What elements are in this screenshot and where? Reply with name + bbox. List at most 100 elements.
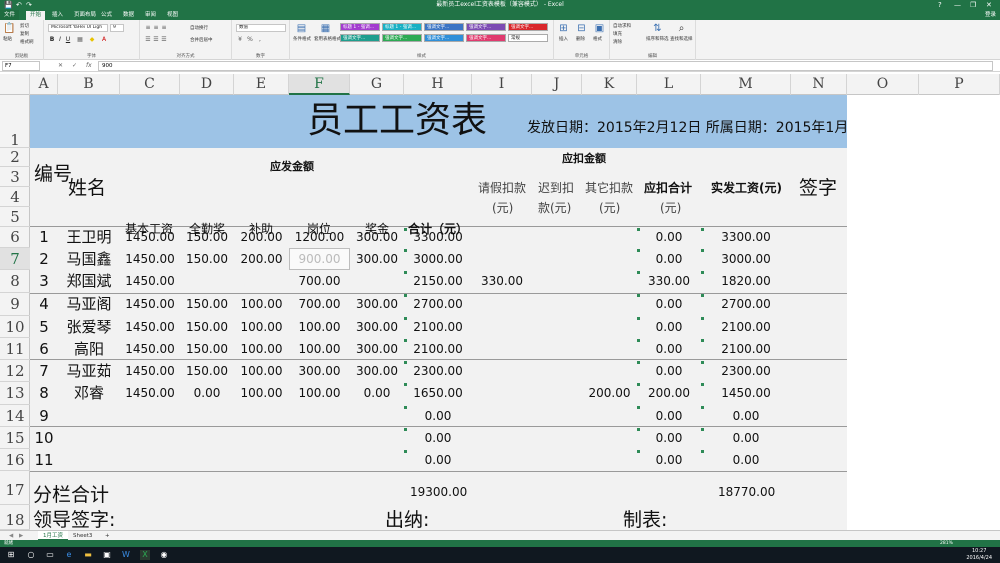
delete-cells-icon[interactable]: ⊟: [576, 23, 587, 34]
cell-net[interactable]: 0.00: [701, 449, 791, 471]
cell-base[interactable]: 1450.00: [120, 227, 180, 248]
cell-sub[interactable]: 200.00: [234, 227, 289, 248]
cell-att[interactable]: 0.00: [180, 382, 234, 405]
conditional-format-icon[interactable]: ▤: [296, 23, 307, 34]
row-header[interactable]: 1: [0, 95, 30, 149]
cell-bonus[interactable]: 300.00: [350, 316, 404, 338]
help-button[interactable]: ?: [938, 0, 942, 10]
cell-sub[interactable]: 100.00: [234, 293, 289, 316]
cell-bonus[interactable]: 0.00: [350, 382, 404, 405]
cell-net[interactable]: 2700.00: [701, 293, 791, 316]
tab-insert[interactable]: 插入: [48, 11, 67, 20]
cell-ded[interactable]: 200.00: [637, 382, 701, 405]
column-header[interactable]: J: [532, 74, 582, 95]
cell-bonus[interactable]: 300.00: [350, 360, 404, 382]
cell-sub[interactable]: 200.00: [234, 248, 289, 270]
cell-post[interactable]: 900.00: [289, 248, 350, 270]
underline-icon[interactable]: U: [64, 36, 72, 43]
cell-total[interactable]: 2100.00: [404, 316, 472, 338]
style-cell-normal[interactable]: 常规: [508, 34, 548, 42]
copy-button[interactable]: 复制: [20, 31, 29, 37]
cell-total[interactable]: 0.00: [404, 449, 472, 471]
cell-no[interactable]: 8: [30, 382, 58, 405]
column-header[interactable]: N: [791, 74, 847, 95]
formula-input[interactable]: 900: [98, 61, 993, 71]
row-header[interactable]: 4: [0, 187, 30, 207]
cell-name[interactable]: 马亚阁: [58, 293, 120, 316]
cell-ded[interactable]: 0.00: [637, 338, 701, 360]
cell-ded[interactable]: 0.00: [637, 449, 701, 471]
cell-no[interactable]: 3: [30, 270, 58, 293]
row-header-selected[interactable]: 7: [0, 248, 30, 270]
row-header[interactable]: 17: [0, 471, 30, 505]
name-box[interactable]: F7: [2, 61, 40, 71]
sort-filter-icon[interactable]: ⇅: [652, 23, 663, 34]
style-cell[interactable]: 强调文字...: [508, 23, 548, 31]
row-header[interactable]: 2: [0, 148, 30, 167]
cell-no[interactable]: 4: [30, 293, 58, 316]
tab-view[interactable]: 视图: [163, 11, 182, 20]
cell-att[interactable]: 150.00: [180, 360, 234, 382]
file-explorer-icon[interactable]: ▬: [83, 550, 93, 560]
format-as-table-icon[interactable]: ▦: [320, 23, 331, 34]
cell-no[interactable]: 2: [30, 248, 58, 270]
align-middle-icon[interactable]: ≡: [152, 24, 160, 31]
row-header[interactable]: 12: [0, 360, 30, 382]
sort-filter-button[interactable]: 排序和筛选: [646, 36, 669, 42]
row-header[interactable]: 5: [0, 207, 30, 227]
cell-total[interactable]: 2100.00: [404, 338, 472, 360]
row-header[interactable]: 9: [0, 293, 30, 316]
cell-net[interactable]: 2100.00: [701, 338, 791, 360]
style-cell[interactable]: 标题 1 - 强调...: [340, 23, 380, 31]
row-header[interactable]: 6: [0, 227, 30, 248]
cell-total[interactable]: 3300.00: [404, 227, 472, 248]
cell-ded[interactable]: 0.00: [637, 360, 701, 382]
search-icon[interactable]: ○: [26, 550, 36, 560]
align-right-icon[interactable]: ☰: [160, 36, 168, 43]
cell-bonus[interactable]: 300.00: [350, 227, 404, 248]
cell-name[interactable]: 王卫明: [58, 227, 120, 248]
cell-total[interactable]: 2700.00: [404, 293, 472, 316]
cell-sub[interactable]: 100.00: [234, 382, 289, 405]
style-cell[interactable]: 标题 1 - 强调...: [382, 23, 422, 31]
cell-post[interactable]: 100.00: [289, 382, 350, 405]
cell-name[interactable]: 郑国斌: [58, 270, 120, 293]
cell-att[interactable]: 150.00: [180, 248, 234, 270]
cell-no[interactable]: 6: [30, 338, 58, 360]
insert-cells-icon[interactable]: ⊞: [558, 23, 569, 34]
currency-icon[interactable]: ¥: [236, 36, 244, 43]
cell-total[interactable]: 0.00: [404, 427, 472, 449]
tab-formulas[interactable]: 公式: [97, 11, 116, 20]
column-header[interactable]: M: [701, 74, 791, 95]
column-header[interactable]: I: [472, 74, 532, 95]
row-header[interactable]: 13: [0, 382, 30, 405]
row-header[interactable]: 15: [0, 427, 30, 449]
column-header[interactable]: C: [120, 74, 180, 95]
cell-name[interactable]: 邓睿: [58, 382, 120, 405]
merge-center-button[interactable]: 合并后居中: [190, 37, 213, 43]
cell-total[interactable]: 3000.00: [404, 248, 472, 270]
row-header[interactable]: 3: [0, 167, 30, 187]
cell-base[interactable]: 1450.00: [120, 270, 180, 293]
cell-no[interactable]: 10: [30, 427, 58, 449]
column-header[interactable]: A: [30, 74, 58, 95]
task-view-icon[interactable]: ▭: [45, 550, 55, 560]
cell-name[interactable]: 张爱琴: [58, 316, 120, 338]
cell-base[interactable]: 1450.00: [120, 338, 180, 360]
start-icon[interactable]: ⊞: [6, 550, 16, 560]
cell-att[interactable]: 150.00: [180, 316, 234, 338]
align-center-icon[interactable]: ☰: [152, 36, 160, 43]
cell-total[interactable]: 2150.00: [404, 270, 472, 293]
cell-net[interactable]: 1450.00: [701, 382, 791, 405]
find-select-icon[interactable]: ⌕: [676, 23, 687, 34]
zoom-level[interactable]: 281%: [940, 540, 953, 547]
cell-bonus[interactable]: 300.00: [350, 293, 404, 316]
cell-no[interactable]: 7: [30, 360, 58, 382]
column-header[interactable]: B: [58, 74, 120, 95]
cell-sub[interactable]: 100.00: [234, 338, 289, 360]
column-header[interactable]: K: [582, 74, 637, 95]
row-header[interactable]: 16: [0, 449, 30, 471]
number-format-select[interactable]: 数值: [236, 24, 286, 32]
comma-icon[interactable]: ,: [256, 36, 264, 43]
row-header[interactable]: 10: [0, 316, 30, 338]
